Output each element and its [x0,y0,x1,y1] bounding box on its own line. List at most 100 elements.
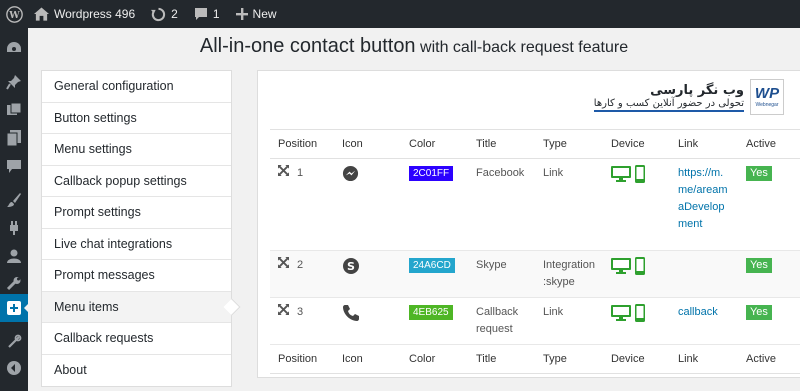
menu-item-live-chat-integrations[interactable]: Live chat integrations [42,229,231,260]
logo-mark-text: WP [754,85,780,102]
updates-link[interactable]: 2 [145,0,184,28]
phone-icon [342,305,360,325]
plus-icon [235,8,248,20]
active-badge: Yes [745,258,772,273]
footer-active: Active [737,344,800,374]
active-badge: Yes [745,305,772,320]
footer-title: Title [468,344,535,374]
menu-item-button-settings[interactable]: Button settings [42,103,231,134]
media-icon[interactable] [0,96,28,124]
header-color: Color [401,129,468,159]
position-value: 2 [297,259,304,271]
title-cell: Callback request [468,297,535,345]
table-row[interactable]: 1 2C01FF Facebook Link https://m.me/area… [270,158,800,251]
logo-mark-sub: Webnegar [755,102,779,108]
brand-logo: وب نگر پارسی تحولی در حضور آنلاین کسب و … [593,79,784,115]
table-row[interactable]: 3 4EB625 Callback request Link callback … [270,297,800,345]
appearance-icon[interactable] [0,186,28,214]
type-cell: Link [535,297,603,345]
site-name-link[interactable]: Wordpress 496 [28,0,141,28]
header-title: Title [468,129,535,159]
header-icon: Icon [334,129,401,159]
desktop-icon [610,305,631,327]
header-link: Link [669,129,738,159]
header-position: Position [270,129,334,159]
comments-menu-icon[interactable] [0,152,28,180]
skype-icon: S [342,258,360,278]
site-name: Wordpress 496 [54,7,136,21]
menu-items-table: Position Icon Color Title Type Device Li… [270,129,800,374]
position-value: 1 [297,167,304,179]
logo-title: وب نگر پارسی [650,82,744,98]
menu-item-menu-items[interactable]: Menu items [42,291,241,323]
new-content-link[interactable]: New [230,0,283,28]
menu-item-prompt-settings[interactable]: Prompt settings [42,197,231,229]
settings-menu: General configuration Button settings Me… [41,70,241,387]
desktop-icon [610,166,631,188]
color-badge: 4EB625 [409,305,453,320]
collapse-menu-icon[interactable] [0,354,28,382]
admin-sidebar [0,28,30,391]
menu-item-general-configuration[interactable]: General configuration [42,71,231,103]
table-footer-row: Position Icon Color Title Type Device Li… [270,344,800,374]
menu-item-prompt-messages[interactable]: Prompt messages [42,260,231,292]
desktop-icon [610,258,631,280]
page-title: All-in-one contact button with call-back… [28,28,800,64]
pin-icon[interactable] [0,68,28,96]
table-row[interactable]: 2 S 24A6CD Skype Integration :skype Yes [270,250,800,298]
footer-icon: Icon [334,344,401,374]
footer-position: Position [270,344,334,374]
menu-item-about[interactable]: About [42,355,231,387]
type-cell: Integration :skype [535,250,603,298]
admin-bar: W Wordpress 496 2 1 New [0,0,800,28]
page-title-main: All-in-one contact button [199,35,416,57]
color-badge: 2C01FF [409,166,454,181]
title-cell: Facebook [468,158,535,251]
plugins-icon[interactable] [0,214,28,242]
menu-item-menu-settings[interactable]: Menu settings [42,134,231,166]
logo-tagline: تحولی در حضور آنلاین کسب و کارها [593,98,744,112]
pages-icon[interactable] [0,124,28,152]
updates-icon [151,7,166,22]
new-label: New [252,7,277,21]
position-value: 3 [297,306,304,318]
messenger-icon [342,165,359,185]
comments-count: 1 [212,7,220,21]
drag-handle-icon[interactable] [278,165,289,182]
page-title-sub: with call-back request feature [420,39,629,56]
footer-link: Link [669,344,738,374]
header-type: Type [535,129,603,159]
comment-icon [194,7,208,21]
link-value[interactable]: callback [678,306,718,318]
mobile-icon [634,304,645,328]
footer-device: Device [602,344,670,374]
link-value[interactable]: https://m.me/areamaDevelopment [678,165,730,233]
menu-item-callback-popup-settings[interactable]: Callback popup settings [42,166,231,197]
menu-items-panel: وب نگر پارسی تحولی در حضور آنلاین کسب و … [257,70,800,378]
active-menu-arrow [24,302,30,314]
drag-handle-icon[interactable] [278,304,289,321]
footer-type: Type [535,344,603,374]
wordpress-logo-icon[interactable]: W [0,0,28,28]
drag-handle-icon[interactable] [278,257,289,274]
mobile-icon [634,165,645,189]
menu-item-callback-requests[interactable]: Callback requests [42,323,231,355]
comments-link[interactable]: 1 [188,0,226,28]
mobile-icon [634,257,645,281]
color-badge: 24A6CD [409,258,455,273]
footer-color: Color [401,344,468,374]
logo-mark: WP Webnegar [750,79,784,115]
menu-item-menu-items-label: Menu items [54,299,119,314]
active-item-caret [223,298,241,315]
active-badge: Yes [745,166,772,181]
svg-text:W: W [8,9,20,20]
svg-text:S: S [347,260,355,273]
dashboard-icon[interactable] [0,34,28,62]
link-icon[interactable] [0,328,28,356]
header-device: Device [602,129,670,159]
table-header-row: Position Icon Color Title Type Device Li… [270,129,800,159]
header-active: Active [737,129,800,159]
title-cell: Skype [468,250,535,298]
type-cell: Link [535,158,603,251]
users-icon[interactable] [0,242,28,270]
